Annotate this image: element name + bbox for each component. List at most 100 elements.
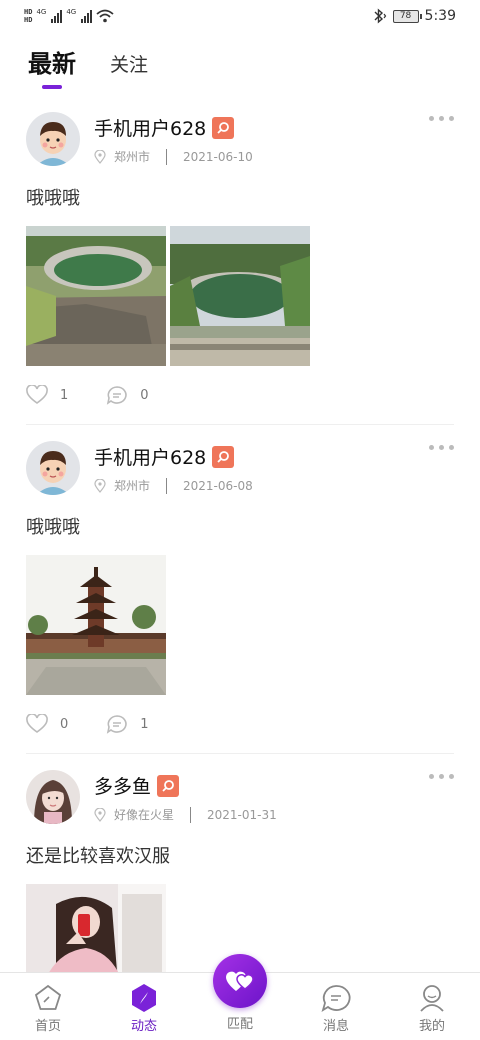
- like-button[interactable]: 1: [26, 385, 68, 405]
- search-badge-icon: [157, 774, 180, 797]
- location: 好像在火星: [114, 808, 175, 822]
- avatar[interactable]: [26, 441, 80, 495]
- hd-label-bottom: HD: [24, 16, 33, 24]
- girl-photo-avatar-icon: [26, 770, 80, 824]
- nav-moments[interactable]: 动态: [114, 983, 174, 1034]
- divider: [166, 148, 168, 165]
- location: 郑州市: [114, 479, 151, 493]
- post-image[interactable]: [26, 226, 166, 366]
- post-actions: 1 0: [26, 366, 454, 424]
- battery-icon: 78: [392, 9, 422, 23]
- cartoon-boy-avatar-icon: [26, 441, 80, 495]
- girl-selfie-photo-icon: [26, 884, 166, 972]
- divider: [166, 477, 168, 494]
- match-button[interactable]: [213, 954, 267, 1008]
- post-text: 哦哦哦: [26, 188, 80, 209]
- more-options-icon[interactable]: [429, 774, 454, 779]
- nav-home-label: 首页: [34, 1019, 61, 1034]
- bluetooth-vibrate-icon: [374, 8, 386, 24]
- post-actions: 0 1: [26, 695, 454, 753]
- location: 郑州市: [114, 150, 151, 164]
- like-button[interactable]: 0: [26, 714, 68, 734]
- post-images: [26, 555, 454, 695]
- location-pin-icon: [94, 149, 106, 164]
- chat-icon: [321, 985, 351, 1012]
- nav-moments-label: 动态: [130, 1019, 157, 1034]
- tab-following[interactable]: 关注: [110, 50, 148, 79]
- avatar[interactable]: [26, 770, 80, 824]
- signal1-label: 4G: [36, 8, 47, 16]
- comment-count: 1: [140, 716, 149, 732]
- feed-list[interactable]: 手机用户628 郑州市 2021-06-10 哦哦哦 1 0 手机用户628 郑…: [0, 96, 480, 972]
- like-count: 1: [60, 387, 69, 403]
- signal-strength-icon: [51, 9, 63, 23]
- post-header: 手机用户628 郑州市 2021-06-10: [26, 96, 454, 170]
- post-card[interactable]: 手机用户628 郑州市 2021-06-10 哦哦哦 1 0: [26, 96, 454, 425]
- green-pond-photo-icon: [26, 226, 166, 366]
- nav-profile-label: 我的: [418, 1019, 445, 1034]
- user-icon: [420, 985, 444, 1012]
- post-image[interactable]: [26, 555, 166, 695]
- nav-messages[interactable]: 消息: [306, 983, 366, 1034]
- username-row: 手机用户628: [94, 443, 235, 470]
- heart-icon: [26, 385, 48, 404]
- hd-label-top: HD: [24, 8, 33, 16]
- compass-hexagon-icon: [132, 984, 156, 1012]
- username[interactable]: 多多鱼: [94, 772, 151, 799]
- signal-strength-icon: [81, 9, 93, 23]
- post-text: 哦哦哦: [26, 517, 80, 538]
- cartoon-boy-avatar-icon: [26, 112, 80, 166]
- post-meta: 好像在火星 2021-01-31: [94, 806, 277, 823]
- comment-icon: [107, 386, 127, 405]
- post-date: 2021-01-31: [207, 807, 277, 822]
- feed-tabs: 最新 关注: [28, 44, 148, 89]
- post-images: [26, 226, 454, 366]
- post-header: 手机用户628 郑州市 2021-06-08: [26, 425, 454, 499]
- post-card[interactable]: 手机用户628 郑州市 2021-06-08 哦哦哦 0 1: [26, 425, 454, 754]
- like-count: 0: [60, 716, 69, 732]
- wifi-icon: [96, 9, 114, 23]
- username-row: 手机用户628: [94, 114, 235, 141]
- post-date: 2021-06-08: [183, 478, 253, 493]
- post-header: 多多鱼 好像在火星 2021-01-31: [26, 754, 454, 828]
- post-date: 2021-06-10: [183, 149, 253, 164]
- post-image[interactable]: [26, 884, 166, 972]
- more-options-icon[interactable]: [429, 445, 454, 450]
- nav-home[interactable]: 首页: [18, 983, 78, 1034]
- nav-match-label: 匹配: [226, 1017, 253, 1032]
- pagoda-photo-icon: [26, 555, 166, 695]
- heart-icon: [26, 714, 48, 733]
- search-badge-icon: [212, 116, 235, 139]
- comment-button[interactable]: 1: [106, 714, 149, 734]
- green-pond-photo-icon: [170, 226, 310, 366]
- nav-match-label-wrap: 匹配: [210, 1013, 270, 1032]
- username[interactable]: 手机用户628: [94, 443, 206, 470]
- location-pin-icon: [94, 807, 106, 822]
- comment-icon: [107, 715, 127, 734]
- nav-profile[interactable]: 我的: [402, 983, 462, 1034]
- post-meta: 郑州市 2021-06-08: [94, 477, 253, 494]
- home-pentagon-icon: [34, 984, 62, 1010]
- signal2-label: 4G: [66, 8, 77, 16]
- username-row: 多多鱼: [94, 772, 180, 799]
- tab-latest[interactable]: 最新: [28, 44, 76, 89]
- location-pin-icon: [94, 478, 106, 493]
- clock: 5:39: [424, 8, 456, 24]
- search-badge-icon: [212, 445, 235, 468]
- post-meta: 郑州市 2021-06-10: [94, 148, 253, 165]
- username[interactable]: 手机用户628: [94, 114, 206, 141]
- status-right: 78 5:39: [371, 8, 456, 24]
- comment-count: 0: [140, 387, 149, 403]
- status-left: HD HD 4G 4G: [24, 8, 114, 24]
- nav-messages-label: 消息: [322, 1019, 349, 1034]
- post-card[interactable]: 多多鱼 好像在火星 2021-01-31 还是比较喜欢汉服: [26, 754, 454, 972]
- hearts-icon: [226, 971, 254, 991]
- comment-button[interactable]: 0: [106, 385, 149, 405]
- status-bar: HD HD 4G 4G 78 5:39: [0, 0, 480, 34]
- avatar[interactable]: [26, 112, 80, 166]
- divider: [190, 806, 192, 823]
- more-options-icon[interactable]: [429, 116, 454, 121]
- post-text: 还是比较喜欢汉服: [26, 846, 170, 867]
- hd-indicator: HD HD: [24, 8, 32, 24]
- post-image[interactable]: [170, 226, 310, 366]
